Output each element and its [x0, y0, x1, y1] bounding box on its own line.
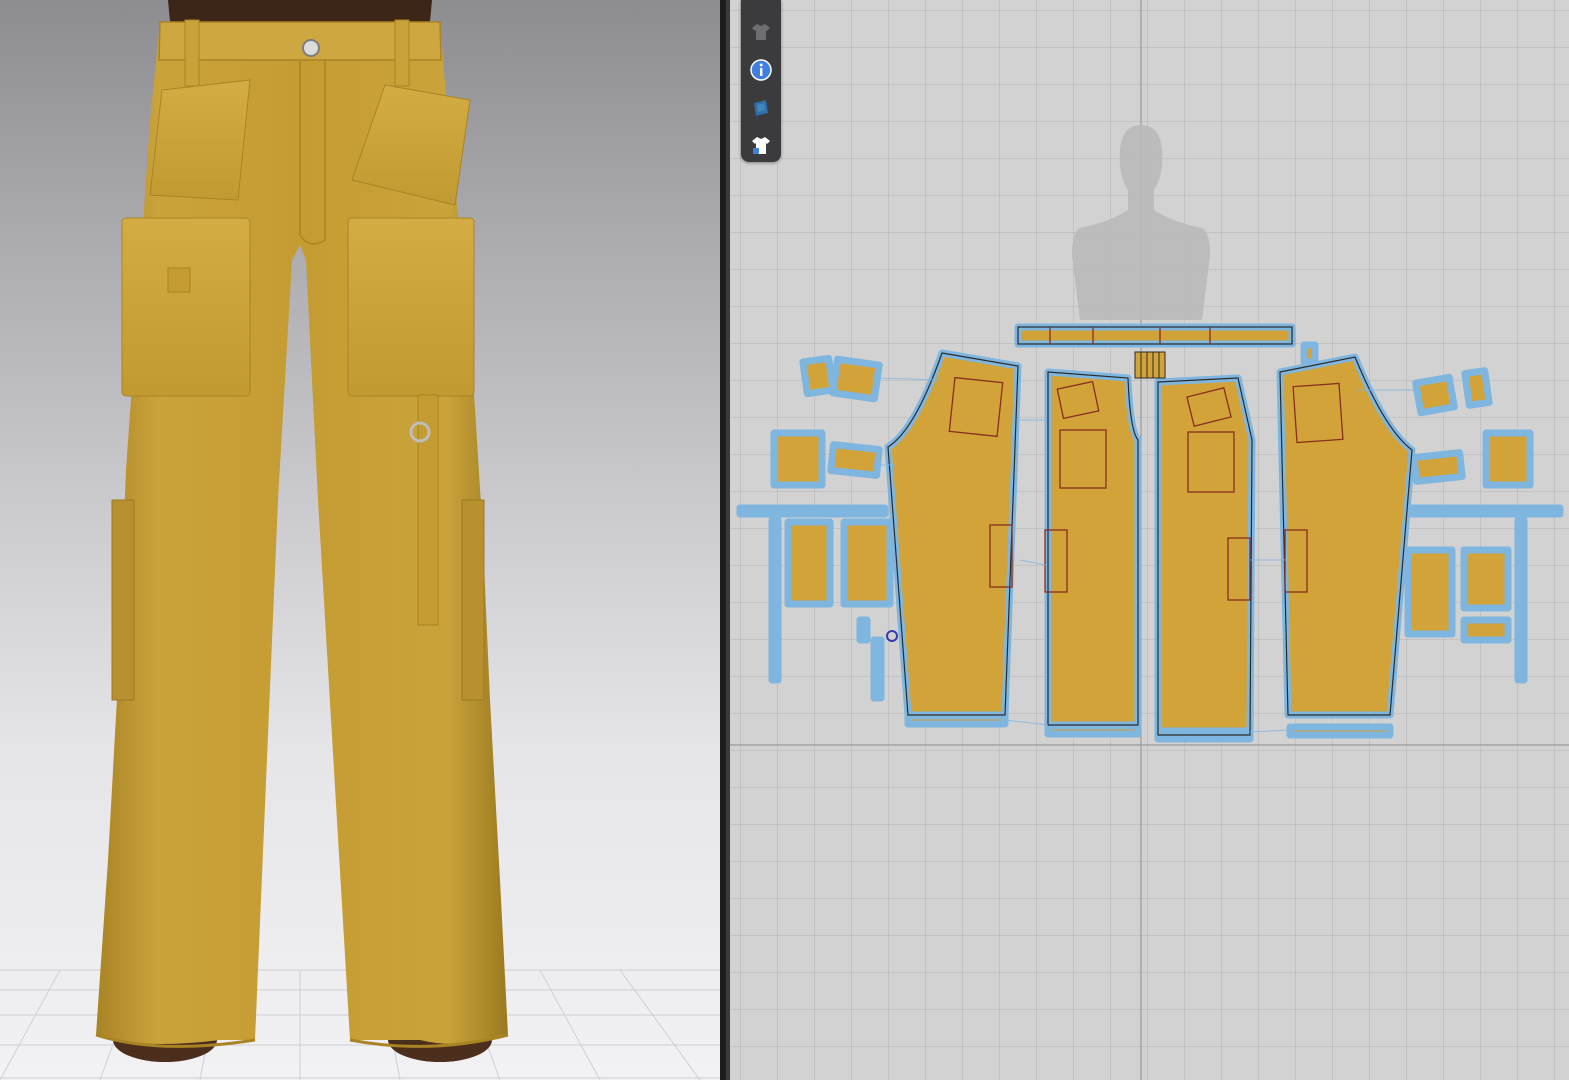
viewport-splitter[interactable]	[720, 0, 730, 1080]
left-cargo-pocket	[121, 217, 251, 397]
pattern-zipper	[1134, 351, 1166, 379]
pattern-tab	[1300, 341, 1319, 366]
left-pocket-tab	[167, 267, 191, 293]
pattern-right-pocket-2	[1460, 546, 1512, 612]
pattern-left-strip-1	[736, 504, 889, 518]
left-hip-pocket	[149, 79, 251, 201]
info-icon	[750, 59, 772, 81]
pattern-hem-2	[1044, 722, 1142, 738]
2d-pattern-viewport[interactable]	[730, 0, 1569, 1080]
pattern-waistband	[1014, 323, 1296, 348]
pattern-right-flap-3	[1410, 449, 1466, 485]
pattern-loop-1	[856, 616, 871, 644]
waist-button	[302, 39, 320, 57]
pattern-left-back	[884, 349, 1022, 719]
pattern-left-flap-3	[770, 429, 826, 489]
right-side-pocket	[461, 499, 485, 701]
pattern-left-pocket-2	[840, 518, 894, 608]
texture-icon	[754, 100, 768, 116]
pattern-left-flap-4	[827, 441, 883, 479]
left-side-pocket	[111, 499, 135, 701]
pattern-left-flap-2	[829, 355, 883, 403]
belt-loop	[394, 19, 410, 87]
garment-button[interactable]	[745, 16, 777, 48]
pattern-canvas	[730, 0, 1569, 1080]
pattern-right-pocket-1	[1404, 546, 1456, 638]
pin-marker	[886, 630, 898, 642]
pattern-loop-2	[870, 636, 885, 702]
pattern-right-back	[1276, 353, 1416, 719]
pattern-right-flap-1	[1412, 373, 1458, 417]
avatar-silhouette	[1072, 125, 1210, 320]
pattern-left-front	[1044, 368, 1142, 729]
pattern-right-flap-4	[1482, 429, 1534, 489]
pattern-left-flap-1	[799, 354, 837, 398]
pattern-right-flap-2	[1461, 367, 1493, 409]
3d-viewport[interactable]	[0, 0, 720, 1080]
avatar-torso	[168, 0, 432, 22]
shirt-icon	[752, 24, 770, 40]
pattern-left-strip-2	[768, 516, 782, 684]
fabric-texture-button[interactable]	[745, 92, 777, 124]
3d-scene	[0, 0, 720, 1080]
garment-lock-button[interactable]	[745, 130, 777, 162]
pattern-right-strip-2	[1514, 516, 1528, 684]
pattern-left-pocket-1	[784, 518, 834, 608]
shirt-lock-icon	[752, 137, 770, 154]
pattern-hem-1	[904, 712, 1009, 728]
belt-loop	[184, 19, 200, 87]
side-toolbar	[741, 0, 781, 162]
pattern-hem-4	[1286, 723, 1394, 739]
pattern-right-strip-1	[1406, 504, 1564, 518]
info-button[interactable]	[745, 54, 777, 86]
pattern-right-pocket-3	[1460, 616, 1512, 644]
right-cargo-pocket	[347, 217, 475, 397]
